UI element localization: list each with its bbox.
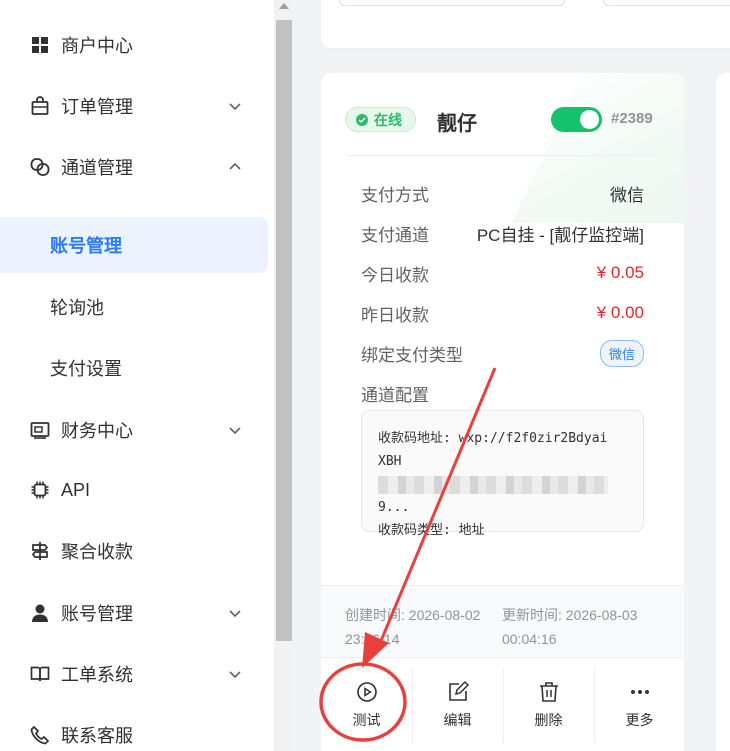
link-icon xyxy=(30,157,50,177)
updated-time-line: 更新时间: 2026-08-03 xyxy=(502,607,638,623)
sidebar-item-label: 账号管理 xyxy=(61,604,133,624)
filter-input[interactable] xyxy=(339,0,565,6)
action-label: 更多 xyxy=(625,712,654,728)
sidebar-item-label: 聚合收款 xyxy=(61,542,133,562)
status-badge: 在线 xyxy=(345,107,416,132)
sidebar-item-label: 通道管理 xyxy=(61,158,133,178)
enable-toggle[interactable] xyxy=(551,107,602,132)
row-value: PC自挂 - [靓仔监控端] xyxy=(476,225,644,245)
config-line-blurred: XBH xyxy=(378,450,627,496)
info-row-bind-type: 绑定支付类型 微信 xyxy=(361,339,644,367)
sidebar-scrollbar-thumb[interactable] xyxy=(276,20,292,641)
row-label: 支付通道 xyxy=(361,225,429,245)
config-line: 收款码地址: wxp://f2f0zir2Bdyai xyxy=(378,431,608,446)
sidebar-item-label: 轮询池 xyxy=(50,298,104,318)
card-actions: 测试 编辑 删除 更多 xyxy=(321,657,684,751)
sidebar: 商户中心 订单管理 通道管理 账号管理 轮询池 支付设置 财务中心 API 聚合… xyxy=(0,0,274,751)
chevron-down-icon xyxy=(229,671,241,679)
account-card: 在线 靓仔 #2389 支付方式 微信 支付通道 PC自挂 - [靓仔监控端] … xyxy=(321,73,684,751)
sidebar-item-label: API xyxy=(61,479,91,500)
sidebar-item-finance[interactable]: 财务中心 xyxy=(0,410,274,450)
more-button[interactable]: 更多 xyxy=(594,658,684,751)
sidebar-item-orders[interactable]: 订单管理 xyxy=(0,86,274,126)
config-line: 9... xyxy=(378,500,410,515)
config-line: 收款码类型: 地址 xyxy=(378,523,485,538)
row-label: 通道配置 xyxy=(361,385,429,405)
row-label: 今日收款 xyxy=(361,265,429,285)
sidebar-item-label: 商户中心 xyxy=(61,36,133,56)
status-text: 在线 xyxy=(374,111,402,128)
sidebar-item-label: 联系客服 xyxy=(61,726,133,746)
filter-select[interactable] xyxy=(603,0,730,6)
trash-icon xyxy=(539,682,558,702)
chevron-down-icon xyxy=(229,427,241,435)
sidebar-item-label: 账号管理 xyxy=(50,236,122,256)
sidebar-item-account-management[interactable]: 账号管理 xyxy=(0,593,274,633)
sidebar-item-ticket-system[interactable]: 工单系统 xyxy=(0,654,274,694)
info-row-today-income: 今日收款 ¥ 0.05 xyxy=(361,261,644,285)
delete-button[interactable]: 删除 xyxy=(503,658,594,751)
bag-icon xyxy=(30,96,50,116)
sidebar-subitem-accounts[interactable]: 账号管理 xyxy=(0,217,268,273)
pay-type-tag: 微信 xyxy=(599,339,644,367)
action-label: 删除 xyxy=(534,712,563,728)
test-button[interactable]: 测试 xyxy=(321,658,412,751)
row-label: 支付方式 xyxy=(361,185,429,205)
chevron-down-icon xyxy=(229,103,241,111)
sidebar-item-label: 支付设置 xyxy=(50,359,122,379)
sidebar-item-customer-service[interactable]: 联系客服 xyxy=(0,715,274,751)
channel-config-box: 收款码地址: wxp://f2f0zir2Bdyai XBH 9... 收款码类… xyxy=(361,410,644,538)
user-icon xyxy=(30,603,50,623)
created-time-line: 23:56:14 xyxy=(345,631,400,647)
action-label: 编辑 xyxy=(443,712,472,728)
edit-icon xyxy=(448,680,469,701)
row-value: ¥ 0.05 xyxy=(596,263,644,282)
scroll-up-arrow-icon[interactable] xyxy=(279,3,289,9)
config-line: XBH xyxy=(378,454,402,469)
info-row-pay-method: 支付方式 微信 xyxy=(361,181,644,205)
chevron-up-icon xyxy=(229,162,241,170)
row-label: 绑定支付类型 xyxy=(361,345,463,365)
created-time-line: 创建时间: 2026-08-02 xyxy=(345,607,481,623)
card-meta: 创建时间: 2026-08-02 23:56:14 更新时间: 2026-08-… xyxy=(321,585,684,657)
sidebar-subitem-payment-settings[interactable]: 支付设置 xyxy=(0,340,274,396)
info-row-config-label: 通道配置 xyxy=(361,381,644,405)
edit-button[interactable]: 编辑 xyxy=(412,658,503,751)
created-time: 创建时间: 2026-08-02 23:56:14 xyxy=(345,603,480,651)
redacted-text xyxy=(378,475,608,494)
more-icon xyxy=(630,690,649,694)
filter-card xyxy=(321,0,730,48)
sidebar-item-merchant-center[interactable]: 商户中心 xyxy=(0,25,274,65)
sidebar-subitem-polling-pool[interactable]: 轮询池 xyxy=(0,279,274,335)
sidebar-item-api[interactable]: API xyxy=(0,470,274,510)
row-label: 昨日收款 xyxy=(361,305,429,325)
sidebar-item-channels[interactable]: 通道管理 xyxy=(0,147,274,187)
play-icon xyxy=(356,682,377,702)
check-circle-icon xyxy=(356,113,368,126)
book-icon xyxy=(30,664,50,684)
sidebar-item-aggregate-pay[interactable]: 聚合收款 xyxy=(0,531,274,571)
action-label: 测试 xyxy=(352,712,381,728)
signpost-icon xyxy=(30,541,50,561)
row-value: 微信 xyxy=(610,185,644,205)
sidebar-item-label: 订单管理 xyxy=(61,97,133,117)
updated-time-line: 00:04:16 xyxy=(502,631,557,647)
grid-icon xyxy=(30,35,50,55)
updated-time: 更新时间: 2026-08-03 00:04:16 xyxy=(502,603,637,651)
next-account-card xyxy=(716,73,730,751)
sidebar-item-label: 工单系统 xyxy=(61,665,133,685)
chip-icon xyxy=(30,480,50,500)
info-row-yesterday-income: 昨日收款 ¥ 0.00 xyxy=(361,301,644,325)
chevron-down-icon xyxy=(229,610,241,618)
row-value: ¥ 0.00 xyxy=(596,303,644,322)
toggle-knob xyxy=(580,110,599,129)
phone-icon xyxy=(30,725,50,745)
sidebar-item-label: 财务中心 xyxy=(61,421,133,441)
info-row-pay-channel: 支付通道 PC自挂 - [靓仔监控端] xyxy=(361,221,644,245)
account-id: #2389 xyxy=(611,110,653,127)
divider xyxy=(347,155,657,156)
account-name: 靓仔 xyxy=(437,113,477,135)
finance-icon xyxy=(30,420,50,440)
